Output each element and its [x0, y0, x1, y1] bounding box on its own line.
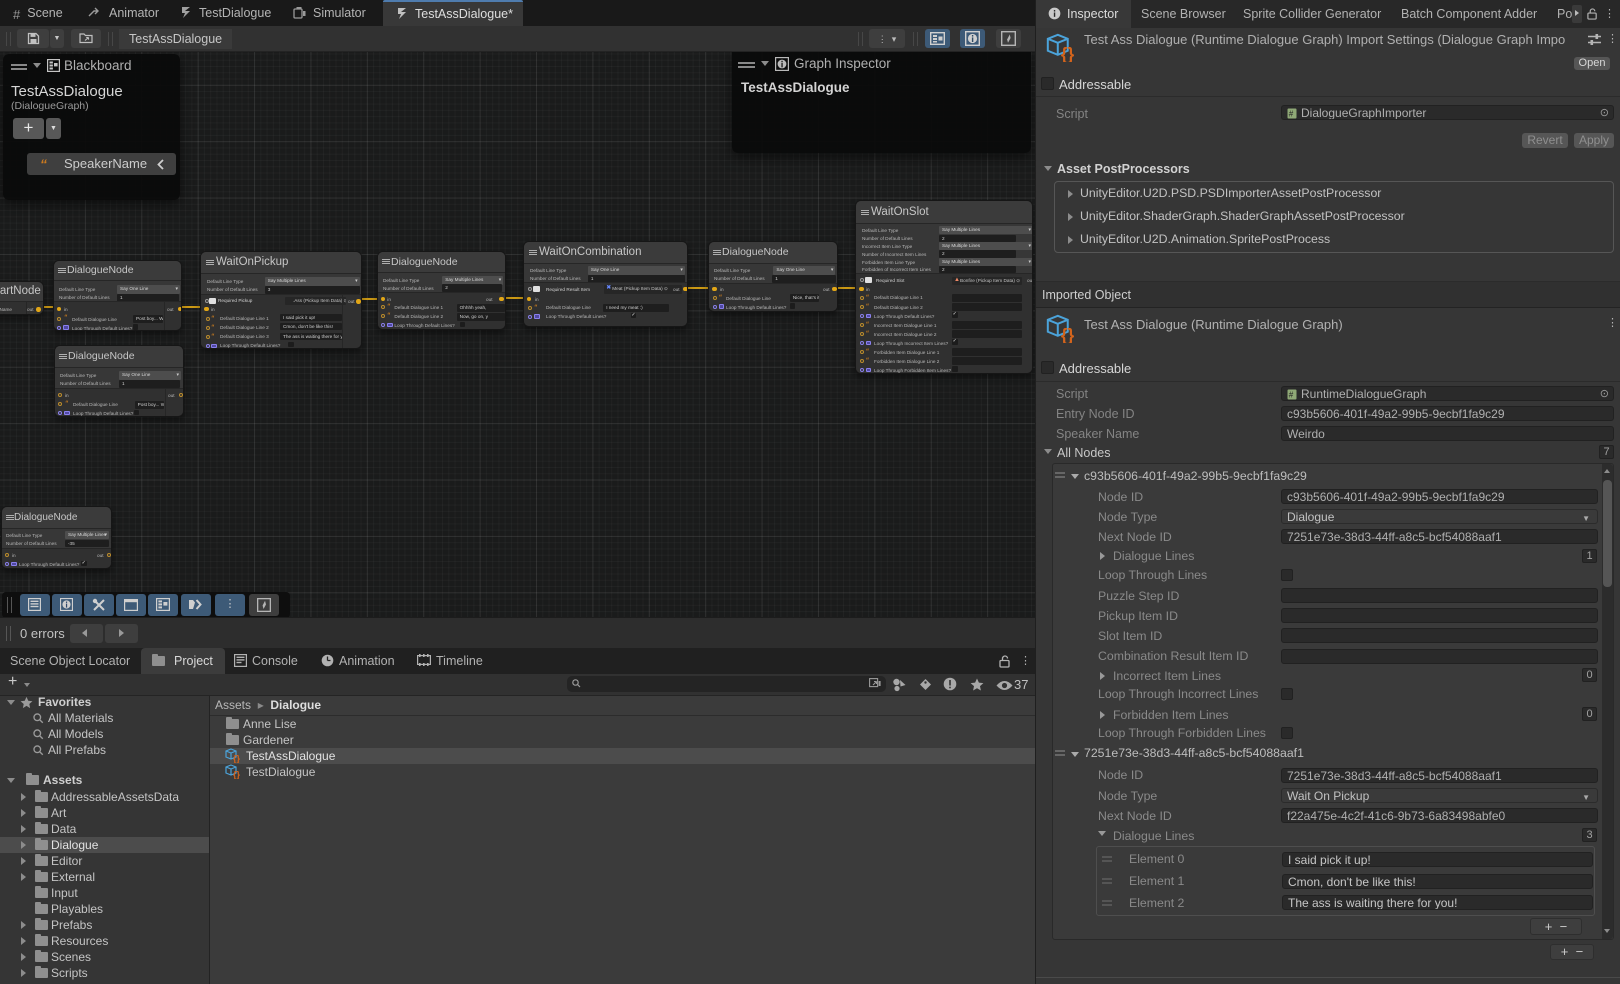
svg-text:{}: {} [1061, 325, 1075, 343]
svg-text:{}: {} [1061, 44, 1075, 62]
svg-text:{}: {} [233, 770, 241, 780]
svg-text:#: # [1289, 110, 1294, 119]
svg-text:{}: {} [233, 754, 241, 764]
svg-text:#: # [1289, 391, 1294, 400]
